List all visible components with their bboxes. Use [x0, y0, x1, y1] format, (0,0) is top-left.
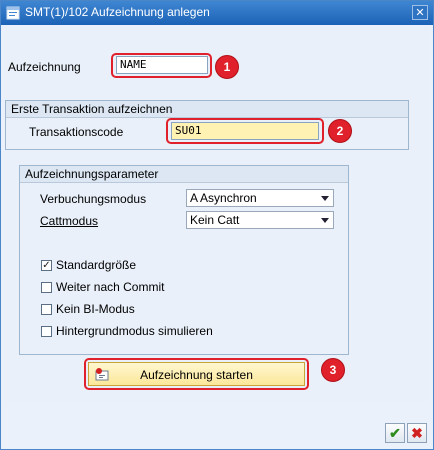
cattmodus-dropdown[interactable]: Kein Catt: [186, 211, 334, 229]
params-group-title: Aufzeichnungsparameter: [25, 167, 159, 181]
footer-bar: ✔ ✖: [1, 403, 433, 449]
step-marker-1: 1: [215, 55, 239, 79]
aufzeichnung-starten-button[interactable]: Aufzeichnung starten: [88, 362, 305, 386]
standardgroesse-label: Standardgröße: [56, 258, 137, 272]
transaction-group-title: Erste Transaktion aufzeichnen: [11, 102, 173, 116]
verbuchungsmodus-dropdown[interactable]: A Asynchron: [186, 189, 334, 207]
transaktionscode-input[interactable]: SU01: [171, 122, 319, 140]
hintergrundmodus-label: Hintergrundmodus simulieren: [56, 324, 213, 338]
cattmodus-label: Cattmodus: [40, 214, 99, 228]
params-group-header: Aufzeichnungsparameter: [20, 166, 348, 183]
aufzeichnung-label: Aufzeichnung: [8, 60, 81, 74]
kein-bi-modus-label: Kein BI-Modus: [56, 302, 135, 316]
standardgroesse-checkbox[interactable]: ✓: [41, 260, 52, 271]
cancel-button[interactable]: ✖: [407, 423, 427, 443]
step-marker-2: 2: [328, 119, 352, 143]
title-bar: SMT(1)/102 Aufzeichnung anlegen ✕: [1, 1, 433, 25]
close-button[interactable]: ✕: [412, 5, 428, 20]
chevron-down-icon: [321, 196, 329, 201]
step-marker-3: 3: [321, 358, 345, 382]
aufzeichnung-starten-label: Aufzeichnung starten: [140, 368, 253, 382]
dialog-body: Aufzeichnung NAME 1 Erste Transaktion au…: [5, 29, 429, 401]
transaktionscode-label: Transaktionscode: [29, 125, 124, 139]
chevron-down-icon: [321, 218, 329, 223]
weiter-nach-commit-label: Weiter nach Commit: [56, 280, 165, 294]
dialog-window: SMT(1)/102 Aufzeichnung anlegen ✕ Aufzei…: [0, 0, 434, 450]
weiter-nach-commit-checkbox[interactable]: [41, 282, 52, 293]
sap-window-icon: [6, 6, 20, 20]
verbuchungsmodus-label: Verbuchungsmodus: [40, 192, 147, 206]
hintergrundmodus-checkbox[interactable]: [41, 326, 52, 337]
verbuchungsmodus-value: A Asynchron: [190, 191, 257, 205]
aufzeichnung-input[interactable]: NAME: [116, 56, 208, 74]
window-title: SMT(1)/102 Aufzeichnung anlegen: [25, 5, 210, 19]
transaction-group-header: Erste Transaktion aufzeichnen: [6, 101, 408, 118]
cattmodus-value: Kein Catt: [190, 213, 240, 227]
confirm-button[interactable]: ✔: [385, 423, 405, 443]
kein-bi-modus-checkbox[interactable]: [41, 304, 52, 315]
